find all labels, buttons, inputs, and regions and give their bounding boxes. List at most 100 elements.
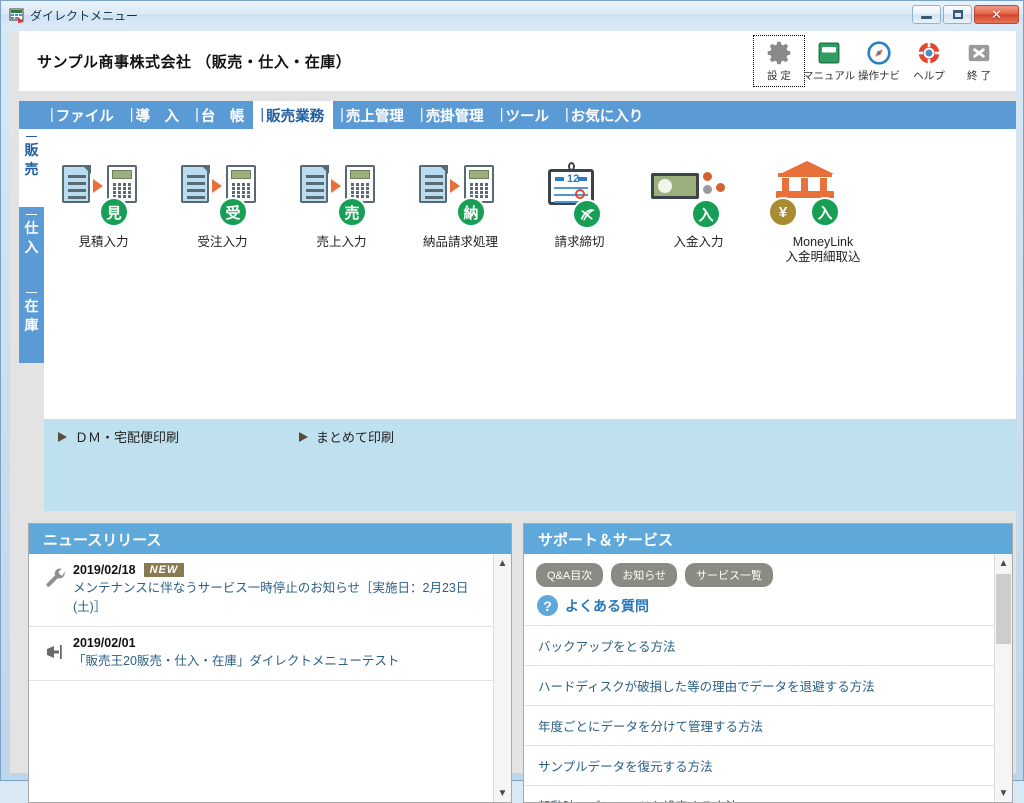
doc-line: [306, 196, 324, 199]
tab-tools[interactable]: | ツール: [492, 101, 558, 129]
calculator-keys: [113, 183, 131, 198]
document-shape: [62, 164, 91, 203]
window-title: ダイレクトメニュー: [30, 8, 139, 23]
badge-sales: 売: [337, 197, 367, 227]
tab-separator: |: [564, 107, 569, 123]
title-bar: ダイレクトメニュー ✕: [1, 1, 1023, 29]
app-icon-payment-entry[interactable]: 入 入金入力: [639, 159, 758, 250]
tab-separator: |: [50, 107, 54, 123]
qa-index-button[interactable]: Q&A目次: [536, 563, 604, 587]
list-item[interactable]: バックアップをとる方法: [524, 625, 994, 665]
app-icon-sales-entry[interactable]: 売 売上入力: [282, 159, 401, 250]
doc-line: [68, 196, 86, 199]
list-item[interactable]: 起動時のパスワードを設定する方法: [524, 785, 994, 802]
print-link-batch-print[interactable]: まとめて印刷: [299, 427, 394, 446]
list-item[interactable]: 年度ごとにデータを分けて管理する方法: [524, 705, 994, 745]
money-icon: 入: [639, 159, 758, 231]
badge-yen: ¥: [768, 197, 798, 227]
toolbar-label: 終 了: [967, 70, 991, 82]
doc-line: [187, 189, 205, 192]
icon-caption: 見積入力: [78, 235, 129, 249]
badge-estimate: 見: [99, 197, 129, 227]
sidebar-item-sales[interactable]: 一 販 売: [19, 129, 44, 207]
doc-line: [425, 182, 443, 185]
scroll-track[interactable]: [494, 572, 511, 784]
document-fold: [438, 164, 448, 174]
scroll-down-icon[interactable]: ▼: [494, 784, 511, 802]
document-fold: [200, 164, 210, 174]
tab-favorites[interactable]: | お気に入り: [557, 101, 653, 129]
tab-separator: |: [340, 107, 344, 123]
close-icon: ✕: [991, 7, 1002, 22]
calculator-screen: [469, 170, 489, 179]
list-item[interactable]: ハードディスクが破損した等の理由でデータを退避する方法: [524, 665, 994, 705]
gear-icon: [766, 39, 792, 67]
close-button[interactable]: ✕: [974, 5, 1019, 24]
rail-tick: 一: [25, 130, 38, 144]
minimize-button[interactable]: [912, 5, 941, 24]
lifebuoy-icon: [916, 39, 942, 67]
compass-icon: [866, 39, 892, 67]
tab-separator: |: [499, 107, 504, 123]
announcements-button[interactable]: お知らせ: [611, 563, 678, 587]
arrow-right-icon: [212, 179, 222, 193]
calculator-keys: [470, 183, 488, 198]
app-icon-billing-closing[interactable]: 12 請求締切: [520, 159, 639, 250]
tab-separator: |: [195, 107, 199, 123]
scroll-thumb[interactable]: [996, 574, 1011, 644]
tab-receivables-management[interactable]: | 売掛管理: [412, 101, 493, 129]
app-icon-estimate-entry[interactable]: 見 見積入力: [44, 159, 163, 250]
doc-line: [306, 175, 324, 178]
toolbar-button-settings[interactable]: 設 定: [753, 35, 805, 87]
news-title-link[interactable]: メンテナンスに伴なうサービス一時停止のお知らせ［実施日：2月23日(土)］: [73, 579, 481, 617]
app-icon-order-entry[interactable]: 受 受注入力: [163, 159, 282, 250]
list-item[interactable]: 2019/02/18 NEW メンテナンスに伴なうサービス一時停止のお知らせ［実…: [29, 554, 493, 627]
icon-caption-line2: 入金明細取込: [785, 250, 861, 264]
triangle-right-icon: [58, 431, 67, 442]
doc-line: [68, 182, 86, 185]
rail-char: 販: [24, 142, 39, 158]
scroll-up-icon[interactable]: ▲: [494, 554, 511, 572]
print-link-dm-delivery[interactable]: ＤＭ・宅配便印刷: [58, 427, 179, 446]
window-controls: ✕: [912, 5, 1019, 24]
tab-sales-management[interactable]: | 売上管理: [333, 101, 413, 129]
tab-introduction[interactable]: | 導 入: [122, 101, 189, 129]
news-date-row: 2019/02/01: [73, 636, 481, 650]
scroll-track[interactable]: [995, 572, 1012, 784]
news-title-link[interactable]: 「販売王20販売・仕入・在庫」ダイレクトメニューテスト: [73, 652, 481, 671]
app-icon-delivery-billing[interactable]: 納 納品請求処理: [401, 159, 520, 250]
news-list: 2019/02/18 NEW メンテナンスに伴なうサービス一時停止のお知らせ［実…: [29, 554, 493, 802]
tab-bar-tail: [652, 101, 1016, 129]
toolbar-button-manual[interactable]: マニュアル: [803, 36, 855, 86]
maximize-button[interactable]: [943, 5, 972, 24]
toolbar-button-exit[interactable]: 終 了: [954, 36, 1004, 86]
bank-column: [820, 178, 827, 191]
news-scrollbar[interactable]: ▲ ▼: [493, 554, 511, 802]
tab-sales-operations[interactable]: | 販売業務: [253, 101, 334, 129]
support-scrollbar[interactable]: ▲ ▼: [994, 554, 1012, 802]
app-icon-moneylink-import[interactable]: ¥ 入 MoneyLink 入金明細取込: [758, 159, 888, 265]
client-area: サンプル商事株式会社 （販売・仕入・在庫） 設 定 マニュアル 操作ナビ ヘルプ…: [10, 31, 1016, 803]
doc-line: [187, 196, 205, 199]
print-bar: ＤＭ・宅配便印刷 まとめて印刷: [44, 419, 1016, 511]
sidebar-item-inventory[interactable]: 一 在 庫: [19, 285, 44, 363]
doc-line: [306, 189, 324, 192]
tab-file[interactable]: | ファイル: [43, 101, 123, 129]
scroll-down-icon[interactable]: ▼: [995, 784, 1012, 802]
bank-column: [782, 178, 789, 191]
calendar-highlight-circle: [575, 189, 585, 199]
list-item[interactable]: 2019/02/01 「販売王20販売・仕入・在庫」ダイレクトメニューテスト: [29, 627, 493, 681]
tab-ledger[interactable]: | 台 帳: [188, 101, 254, 129]
question-icon: ?: [537, 595, 558, 616]
company-name: サンプル商事株式会社 （販売・仕入・在庫）: [37, 53, 352, 71]
print-link-label: まとめて印刷: [316, 430, 395, 445]
service-list-button[interactable]: サービス一覧: [685, 563, 774, 587]
toolbar-button-help[interactable]: ヘルプ: [904, 36, 954, 86]
doc-calculator-icon: 納: [401, 159, 520, 231]
sidebar-item-purchase[interactable]: 一 仕 入: [19, 207, 44, 285]
list-item[interactable]: サンプルデータを復元する方法: [524, 745, 994, 785]
scroll-up-icon[interactable]: ▲: [995, 554, 1012, 572]
toolbar-button-navigation[interactable]: 操作ナビ: [854, 36, 904, 86]
doc-line: [68, 189, 86, 192]
calendar-icon: 12: [520, 159, 639, 231]
